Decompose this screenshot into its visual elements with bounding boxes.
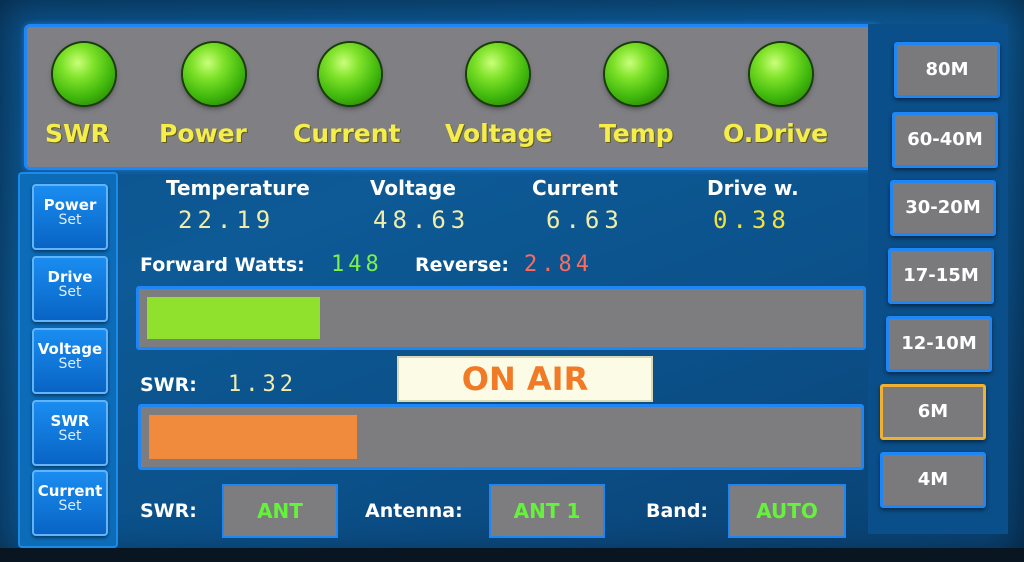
power-indicator-led	[183, 43, 245, 105]
swr-bar-fill	[149, 415, 357, 459]
drive-value: 0.38	[713, 206, 791, 234]
band-6m-button[interactable]: 6M	[880, 384, 986, 440]
current-value: 6.63	[546, 206, 624, 234]
reverse-label: Reverse:	[415, 254, 509, 276]
set-button-sub: Set	[58, 284, 82, 300]
forward-watts-label: Forward Watts:	[140, 254, 305, 276]
swr-bar	[138, 404, 864, 470]
voltage-indicator-led	[467, 43, 529, 105]
band-12-10m-button[interactable]: 12-10M	[886, 316, 992, 372]
set-button-sub: Set	[58, 356, 82, 372]
current-set-button[interactable]: Current Set	[32, 470, 108, 536]
swr-indicator-label: SWR	[45, 119, 110, 148]
current-indicator-label: Current	[293, 119, 401, 148]
voltage-set-button[interactable]: Voltage Set	[32, 328, 108, 394]
drive-set-button[interactable]: Drive Set	[32, 256, 108, 322]
drive-header: Drive w.	[707, 176, 799, 200]
band-selector-label: Band:	[646, 500, 709, 522]
screen-bezel	[0, 548, 1024, 562]
overdrive-indicator-led	[750, 43, 812, 105]
on-air-indicator: ON AIR	[397, 356, 653, 402]
band-select-panel: 80M 60-40M 30-20M 17-15M 12-10M 6M 4M	[868, 24, 1008, 534]
overdrive-indicator-label: O.Drive	[723, 119, 829, 148]
forward-power-bar	[136, 286, 866, 350]
band-mode-button[interactable]: AUTO	[728, 484, 846, 538]
antenna-select-button[interactable]: ANT 1	[489, 484, 605, 538]
set-button-sub: Set	[58, 212, 82, 228]
current-indicator-led	[319, 43, 381, 105]
band-30-20m-button[interactable]: 30-20M	[890, 180, 996, 236]
band-60-40m-button[interactable]: 60-40M	[892, 112, 998, 168]
voltage-value: 48.63	[373, 206, 471, 234]
swr-set-button[interactable]: SWR Set	[32, 400, 108, 466]
temp-indicator-led	[605, 43, 667, 105]
antenna-selector-label: Antenna:	[365, 500, 463, 522]
band-80m-button[interactable]: 80M	[894, 42, 1000, 98]
swr-indicator-led	[53, 43, 115, 105]
forward-power-bar-fill	[147, 297, 320, 339]
current-header: Current	[532, 176, 619, 200]
band-17-15m-button[interactable]: 17-15M	[888, 248, 994, 304]
reverse-value: 2.84	[524, 252, 593, 277]
voltage-header: Voltage	[370, 176, 456, 200]
power-indicator-label: Power	[159, 119, 247, 148]
set-button-panel: Power Set Drive Set Voltage Set SWR Set …	[18, 172, 118, 548]
swr-selector-label: SWR:	[140, 500, 197, 522]
band-4m-button[interactable]: 4M	[880, 452, 986, 508]
amplifier-screen: SWR Power Current Voltage Temp O.Drive P…	[0, 0, 1024, 562]
swr-value: 1.32	[228, 372, 297, 397]
voltage-indicator-label: Voltage	[445, 119, 553, 148]
power-set-button[interactable]: Power Set	[32, 184, 108, 250]
swr-label: SWR:	[140, 374, 197, 396]
temperature-header: Temperature	[166, 176, 310, 200]
set-button-sub: Set	[58, 428, 82, 444]
set-button-sub: Set	[58, 498, 82, 514]
temperature-value: 22.19	[178, 206, 276, 234]
status-indicator-panel: SWR Power Current Voltage Temp O.Drive	[24, 24, 880, 170]
temp-indicator-label: Temp	[599, 119, 674, 148]
forward-watts-value: 148	[331, 252, 383, 277]
swr-antenna-button[interactable]: ANT	[222, 484, 338, 538]
